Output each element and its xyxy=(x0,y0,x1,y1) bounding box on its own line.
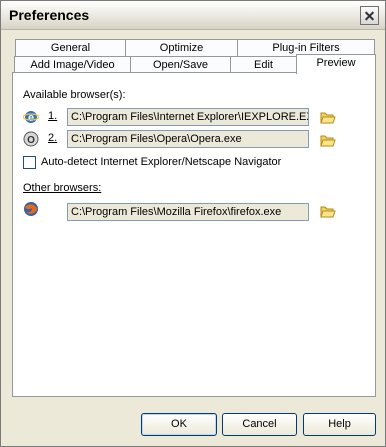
svg-text:O: O xyxy=(27,135,35,146)
tab-general[interactable]: General xyxy=(15,39,126,56)
tab-label: Optimize xyxy=(159,42,204,54)
folder-open-icon[interactable] xyxy=(320,109,336,125)
other-browser-path-field[interactable]: C:\Program Files\Mozilla Firefox\firefox… xyxy=(67,203,309,221)
tab-label: Open/Save xyxy=(152,59,209,71)
close-icon[interactable] xyxy=(360,6,379,25)
preview-panel: Available browser(s): e 1. C:\Program Fi… xyxy=(12,72,376,397)
firefox-icon xyxy=(24,202,38,216)
folder-open-icon[interactable] xyxy=(320,203,336,219)
tab-add-image-video[interactable]: Add Image/Video xyxy=(14,56,131,73)
tab-label: Add Image/Video xyxy=(30,59,115,71)
autodetect-label: Auto-detect Internet Explorer/Netscape N… xyxy=(41,156,282,168)
preferences-dialog: Preferences General Optimize Plug-in Fil… xyxy=(0,0,386,447)
other-browsers-label: Other browsers: xyxy=(23,182,102,194)
browser-2-index: 2. xyxy=(48,132,58,144)
tab-label: Plug-in Filters xyxy=(272,42,340,54)
ok-button[interactable]: OK xyxy=(141,413,217,436)
tab-label: Edit xyxy=(254,59,273,71)
dialog-title: Preferences xyxy=(9,7,90,23)
available-browsers-label: Available browser(s): xyxy=(23,89,126,101)
browser-2-path-field[interactable]: C:\Program Files\Opera\Opera.exe xyxy=(67,130,309,148)
tab-optimize[interactable]: Optimize xyxy=(125,39,238,56)
browser-1-index: 1. xyxy=(48,110,58,122)
tab-label: Preview xyxy=(316,57,356,69)
folder-open-icon[interactable] xyxy=(320,132,336,148)
tab-edit[interactable]: Edit xyxy=(230,56,297,73)
help-button[interactable]: Help xyxy=(303,413,376,436)
cancel-button[interactable]: Cancel xyxy=(222,413,297,436)
tab-preview[interactable]: Preview xyxy=(296,54,376,74)
opera-icon: O xyxy=(23,131,39,147)
tab-open-save[interactable]: Open/Save xyxy=(130,56,231,73)
autodetect-checkbox[interactable] xyxy=(23,156,36,169)
internet-explorer-icon: e xyxy=(23,111,39,124)
browser-1-path-field[interactable]: C:\Program Files\Internet Explorer\IEXPL… xyxy=(67,108,309,126)
title-bar: Preferences xyxy=(1,1,385,30)
tab-label: General xyxy=(50,42,91,54)
